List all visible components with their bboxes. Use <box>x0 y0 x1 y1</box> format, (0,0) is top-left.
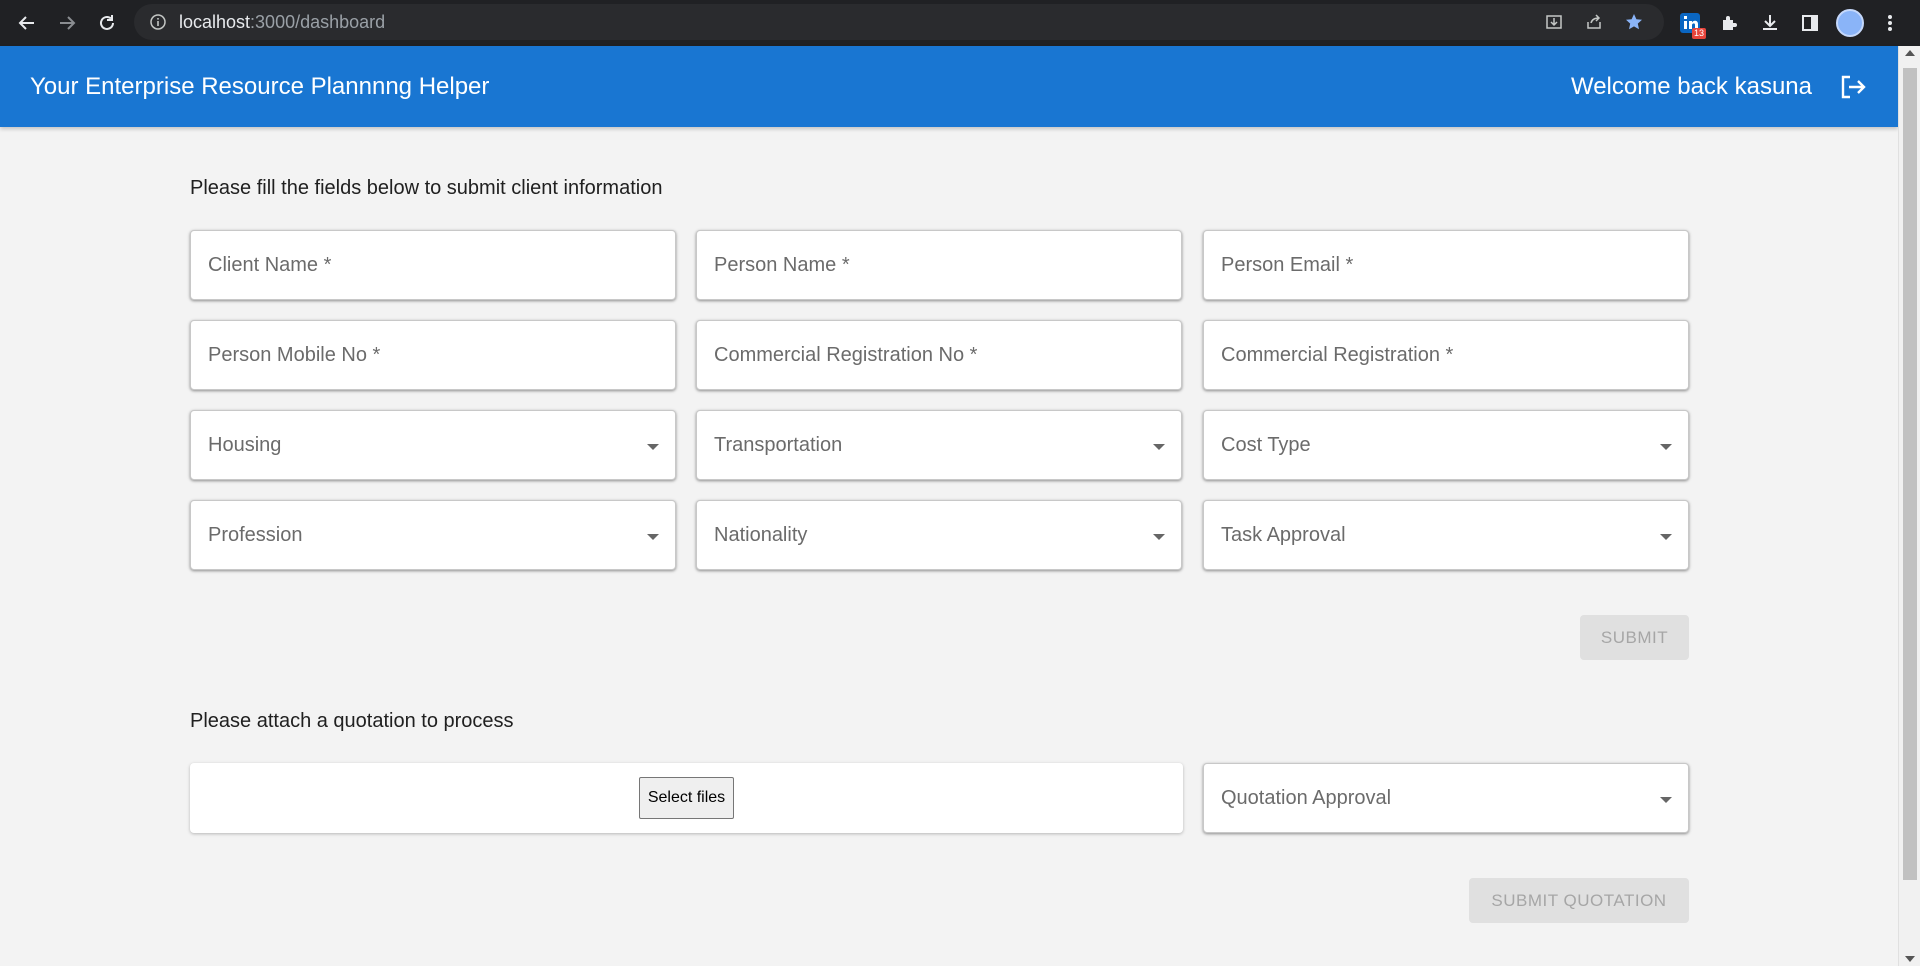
field-label: Commercial Registration * <box>1221 343 1454 366</box>
quotation-heading: Please attach a quotation to process <box>190 710 514 732</box>
puzzle-extensions-icon[interactable] <box>1716 9 1744 37</box>
url-path: :3000/dashboard <box>250 11 386 32</box>
commercial-registration-no-field[interactable]: Commercial Registration No * <box>696 320 1182 390</box>
nationality-select[interactable]: Nationality <box>696 500 1182 570</box>
page-scrollbar[interactable] <box>1898 46 1920 966</box>
profession-select[interactable]: Profession <box>190 500 676 570</box>
person-email-field[interactable]: Person Email * <box>1203 230 1689 300</box>
field-label: Cost Type <box>1221 433 1311 456</box>
file-upload-area[interactable]: Select files <box>190 763 1183 833</box>
submit-quotation-button[interactable]: SUBMIT QUOTATION <box>1469 878 1689 923</box>
field-label: Nationality <box>714 523 808 546</box>
side-panel-icon[interactable] <box>1796 9 1824 37</box>
install-app-icon[interactable] <box>1542 10 1566 34</box>
client-name-field[interactable]: Client Name * <box>190 230 676 300</box>
dropdown-arrow-icon <box>647 534 659 540</box>
scroll-down-icon[interactable] <box>1905 956 1915 962</box>
dropdown-arrow-icon <box>1153 444 1165 450</box>
app-title: Your Enterprise Resource Plannnng Helper <box>30 72 490 100</box>
person-name-field[interactable]: Person Name * <box>696 230 1182 300</box>
scroll-up-icon[interactable] <box>1905 50 1915 56</box>
url-host: localhost <box>179 11 251 32</box>
field-label: Person Email * <box>1221 253 1354 276</box>
select-files-button[interactable]: Select files <box>638 777 735 819</box>
welcome-text: Welcome back kasuna <box>1570 72 1812 100</box>
field-label: Profession <box>208 523 303 546</box>
commercial-registration-field[interactable]: Commercial Registration * <box>1203 320 1689 390</box>
dropdown-arrow-icon <box>1660 797 1672 803</box>
cost-type-select[interactable]: Cost Type <box>1203 410 1689 480</box>
field-label: Housing <box>208 433 282 456</box>
address-bar[interactable]: localhost:3000/dashboard <box>134 4 1664 40</box>
field-label: Quotation Approval <box>1221 786 1392 809</box>
field-label: Transportation <box>714 433 843 456</box>
menu-dots-icon[interactable] <box>1876 9 1904 37</box>
dropdown-arrow-icon <box>1660 444 1672 450</box>
site-info-icon[interactable] <box>149 13 167 31</box>
browser-toolbar: localhost:3000/dashboard 13 <box>0 0 1920 46</box>
scroll-thumb[interactable] <box>1903 68 1917 880</box>
forward-icon[interactable] <box>47 3 87 43</box>
extension-badge: 13 <box>1691 28 1706 39</box>
share-icon[interactable] <box>1582 10 1606 34</box>
field-label: Commercial Registration No * <box>714 343 978 366</box>
reload-icon[interactable] <box>87 3 127 43</box>
field-label: Person Mobile No * <box>208 343 381 366</box>
quotation-approval-select[interactable]: Quotation Approval <box>1203 763 1689 833</box>
app-bar: Your Enterprise Resource Plannnng Helper… <box>0 46 1898 127</box>
transportation-select[interactable]: Transportation <box>696 410 1182 480</box>
client-form-heading: Please fill the fields below to submit c… <box>190 177 663 199</box>
back-icon[interactable] <box>7 3 47 43</box>
submit-button[interactable]: SUBMIT <box>1580 615 1689 660</box>
person-mobile-field[interactable]: Person Mobile No * <box>190 320 676 390</box>
dropdown-arrow-icon <box>1153 534 1165 540</box>
profile-avatar[interactable] <box>1836 9 1864 37</box>
housing-select[interactable]: Housing <box>190 410 676 480</box>
dropdown-arrow-icon <box>647 444 659 450</box>
task-approval-select[interactable]: Task Approval <box>1203 500 1689 570</box>
field-label: Client Name * <box>208 253 332 276</box>
bookmark-star-icon[interactable] <box>1622 10 1646 34</box>
downloads-icon[interactable] <box>1756 9 1784 37</box>
field-label: Person Name * <box>714 253 850 276</box>
logout-icon[interactable] <box>1836 71 1868 103</box>
dropdown-arrow-icon <box>1660 534 1672 540</box>
linkedin-extension-icon[interactable]: 13 <box>1676 9 1706 39</box>
url-text: localhost:3000/dashboard <box>179 12 385 33</box>
field-label: Task Approval <box>1221 523 1346 546</box>
